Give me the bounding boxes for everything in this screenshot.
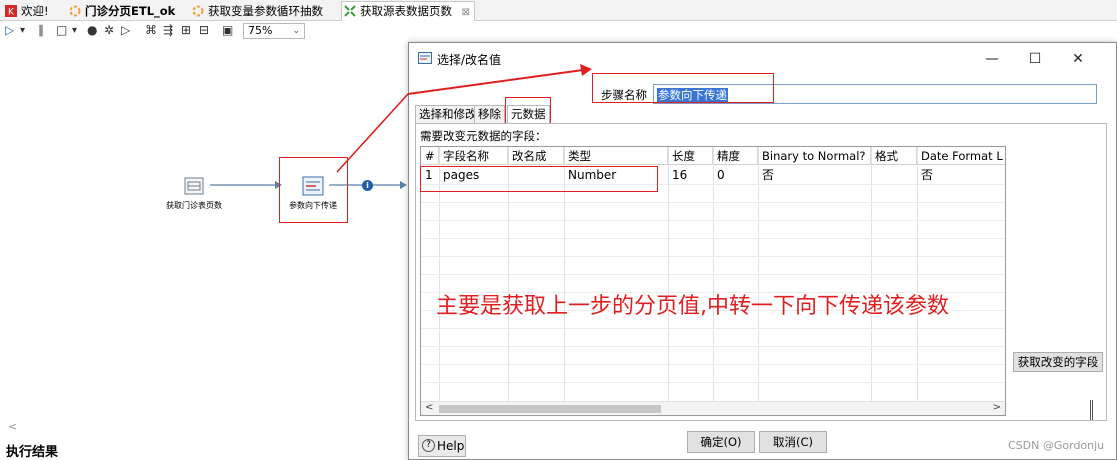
table-cell[interactable]: 16: [668, 166, 713, 184]
watermark: CSDN @Gordonju: [1008, 439, 1105, 452]
welcome-icon: K: [5, 5, 17, 17]
table-header-cell[interactable]: 精度: [713, 147, 758, 165]
close-button[interactable]: ✕: [1067, 49, 1089, 69]
tab-menzhen-etl[interactable]: 门诊分页ETL_ok: [67, 2, 179, 20]
verify-icon[interactable]: ⌘: [145, 23, 157, 38]
hop-lines: [210, 93, 409, 189]
run-icon[interactable]: ▷: [5, 23, 14, 38]
table-header-cell[interactable]: 长度: [668, 147, 713, 165]
minimize-button[interactable]: —: [981, 49, 1003, 69]
replay-icon[interactable]: ▷: [121, 23, 130, 38]
dialog-titlebar: 选择/改名值 — ☐ ✕: [409, 43, 1116, 75]
execution-results-title: 执行结果: [6, 445, 59, 460]
table-cell[interactable]: [871, 166, 917, 184]
step-get-page-count[interactable]: 获取门诊表页数: [166, 176, 222, 211]
table-input-icon: [184, 177, 204, 195]
row-divider: [421, 328, 1005, 329]
chevron-down-icon: ⌄: [292, 26, 300, 36]
annotation-box-row: [420, 166, 658, 192]
annotation-text: 主要是获取上一步的分页值,中转一下向下传递该参数: [436, 294, 949, 319]
table-cell[interactable]: 否: [917, 166, 1005, 184]
tab-get-source-pages[interactable]: 获取源表数据页数 ⊠: [341, 1, 476, 21]
tab-label: 欢迎!: [21, 4, 49, 18]
spoon-window: K 欢迎! 门诊分页ETL_ok 获取变量参数循环抽数 获取源表数据页数 ⊠ ▷: [0, 0, 1117, 460]
debug-icon[interactable]: ✲: [104, 23, 114, 38]
scroll-right-icon[interactable]: >: [993, 402, 1001, 413]
table-header-cell: #: [421, 147, 439, 165]
explore-db-icon[interactable]: ⊟: [199, 23, 209, 38]
tab-label: 获取变量参数循环抽数: [208, 4, 323, 18]
row-divider: [421, 238, 1005, 239]
row-divider: [421, 364, 1005, 365]
row-divider: [421, 220, 1005, 221]
job-icon: [192, 5, 204, 17]
preview-icon[interactable]: ●: [87, 23, 97, 38]
table-header-cell[interactable]: 改名成: [508, 147, 564, 165]
impact-icon[interactable]: ⇶: [163, 23, 173, 38]
resize-handle[interactable]: [1090, 400, 1093, 420]
sql-icon[interactable]: ⊞: [181, 23, 191, 38]
canvas-scrollbar[interactable]: <: [0, 420, 410, 434]
tab-welcome[interactable]: K 欢迎!: [3, 2, 53, 20]
stop-dropdown-icon[interactable]: ▾: [72, 23, 77, 38]
transformation-icon: [344, 5, 356, 17]
scroll-left-icon[interactable]: <: [8, 420, 17, 433]
help-label: Help: [437, 439, 465, 453]
editor-tab-bar: K 欢迎! 门诊分页ETL_ok 获取变量参数循环抽数 获取源表数据页数 ⊠: [0, 0, 1117, 21]
run-dropdown-icon[interactable]: ▾: [20, 23, 25, 38]
canvas-toolbar: ▷ ▾ ∥ □ ▾ ● ✲ ▷ ⌘ ⇶ ⊞ ⊟ ▣ 75% ⌄: [0, 22, 310, 40]
table-header-cell[interactable]: Date Format L: [917, 147, 1005, 165]
select-values-icon: [418, 52, 432, 64]
maximize-button[interactable]: ☐: [1024, 49, 1046, 69]
table-scrollbar[interactable]: < >: [421, 401, 1005, 415]
scrollbar-thumb[interactable]: [439, 405, 661, 413]
pause-icon[interactable]: ∥: [38, 23, 44, 38]
row-divider: [421, 382, 1005, 383]
tab-label: 获取源表数据页数: [360, 4, 452, 18]
step-label: 获取门诊表页数: [166, 201, 222, 210]
grid-icon[interactable]: ▣: [222, 23, 233, 38]
cancel-button[interactable]: 取消(C): [759, 431, 827, 453]
row-divider: [421, 256, 1005, 257]
tab-get-variable-loop[interactable]: 获取变量参数循环抽数: [190, 2, 327, 20]
close-tab-icon[interactable]: ⊠: [462, 7, 470, 18]
tab-label: 门诊分页ETL_ok: [85, 4, 176, 18]
row-divider: [421, 274, 1005, 275]
fields-label: 需要改变元数据的字段：: [420, 129, 547, 143]
zoom-select[interactable]: 75% ⌄: [243, 23, 305, 39]
zoom-value: 75%: [248, 24, 273, 37]
scroll-left-icon[interactable]: <: [425, 402, 433, 413]
row-divider: [421, 346, 1005, 347]
ok-button[interactable]: 确定(O): [687, 431, 755, 453]
select-values-dialog: 选择/改名值 — ☐ ✕ 步骤名称 参数向下传递 选择和修改 移除 元数据 需要…: [408, 42, 1117, 460]
dialog-title: 选择/改名值: [437, 53, 502, 67]
right-panel-edge: [1088, 42, 1117, 460]
table-header-cell[interactable]: Binary to Normal?: [758, 147, 871, 165]
table-header-cell[interactable]: 类型: [564, 147, 668, 165]
info-icon[interactable]: i: [362, 180, 373, 191]
job-icon: [69, 5, 81, 17]
help-button[interactable]: ? Help: [418, 435, 466, 457]
stop-icon[interactable]: □: [56, 23, 67, 38]
metadata-panel: 需要改变元数据的字段： # 字段名称 改名成 类型 长度 精度 Binary t…: [415, 123, 1107, 421]
table-header-cell[interactable]: 格式: [871, 147, 917, 165]
annotation-box-step: [279, 157, 348, 223]
row-divider: [421, 202, 1005, 203]
annotation-box-metadata-tab: [505, 97, 551, 124]
table-cell[interactable]: 否: [758, 166, 871, 184]
annotation-box-stepname: [592, 73, 774, 103]
tab-remove[interactable]: 移除: [474, 105, 505, 123]
table-header-cell[interactable]: 字段名称: [439, 147, 508, 165]
help-icon: ?: [422, 439, 435, 452]
tab-select-modify[interactable]: 选择和修改: [415, 105, 481, 123]
table-cell[interactable]: 0: [713, 166, 758, 184]
